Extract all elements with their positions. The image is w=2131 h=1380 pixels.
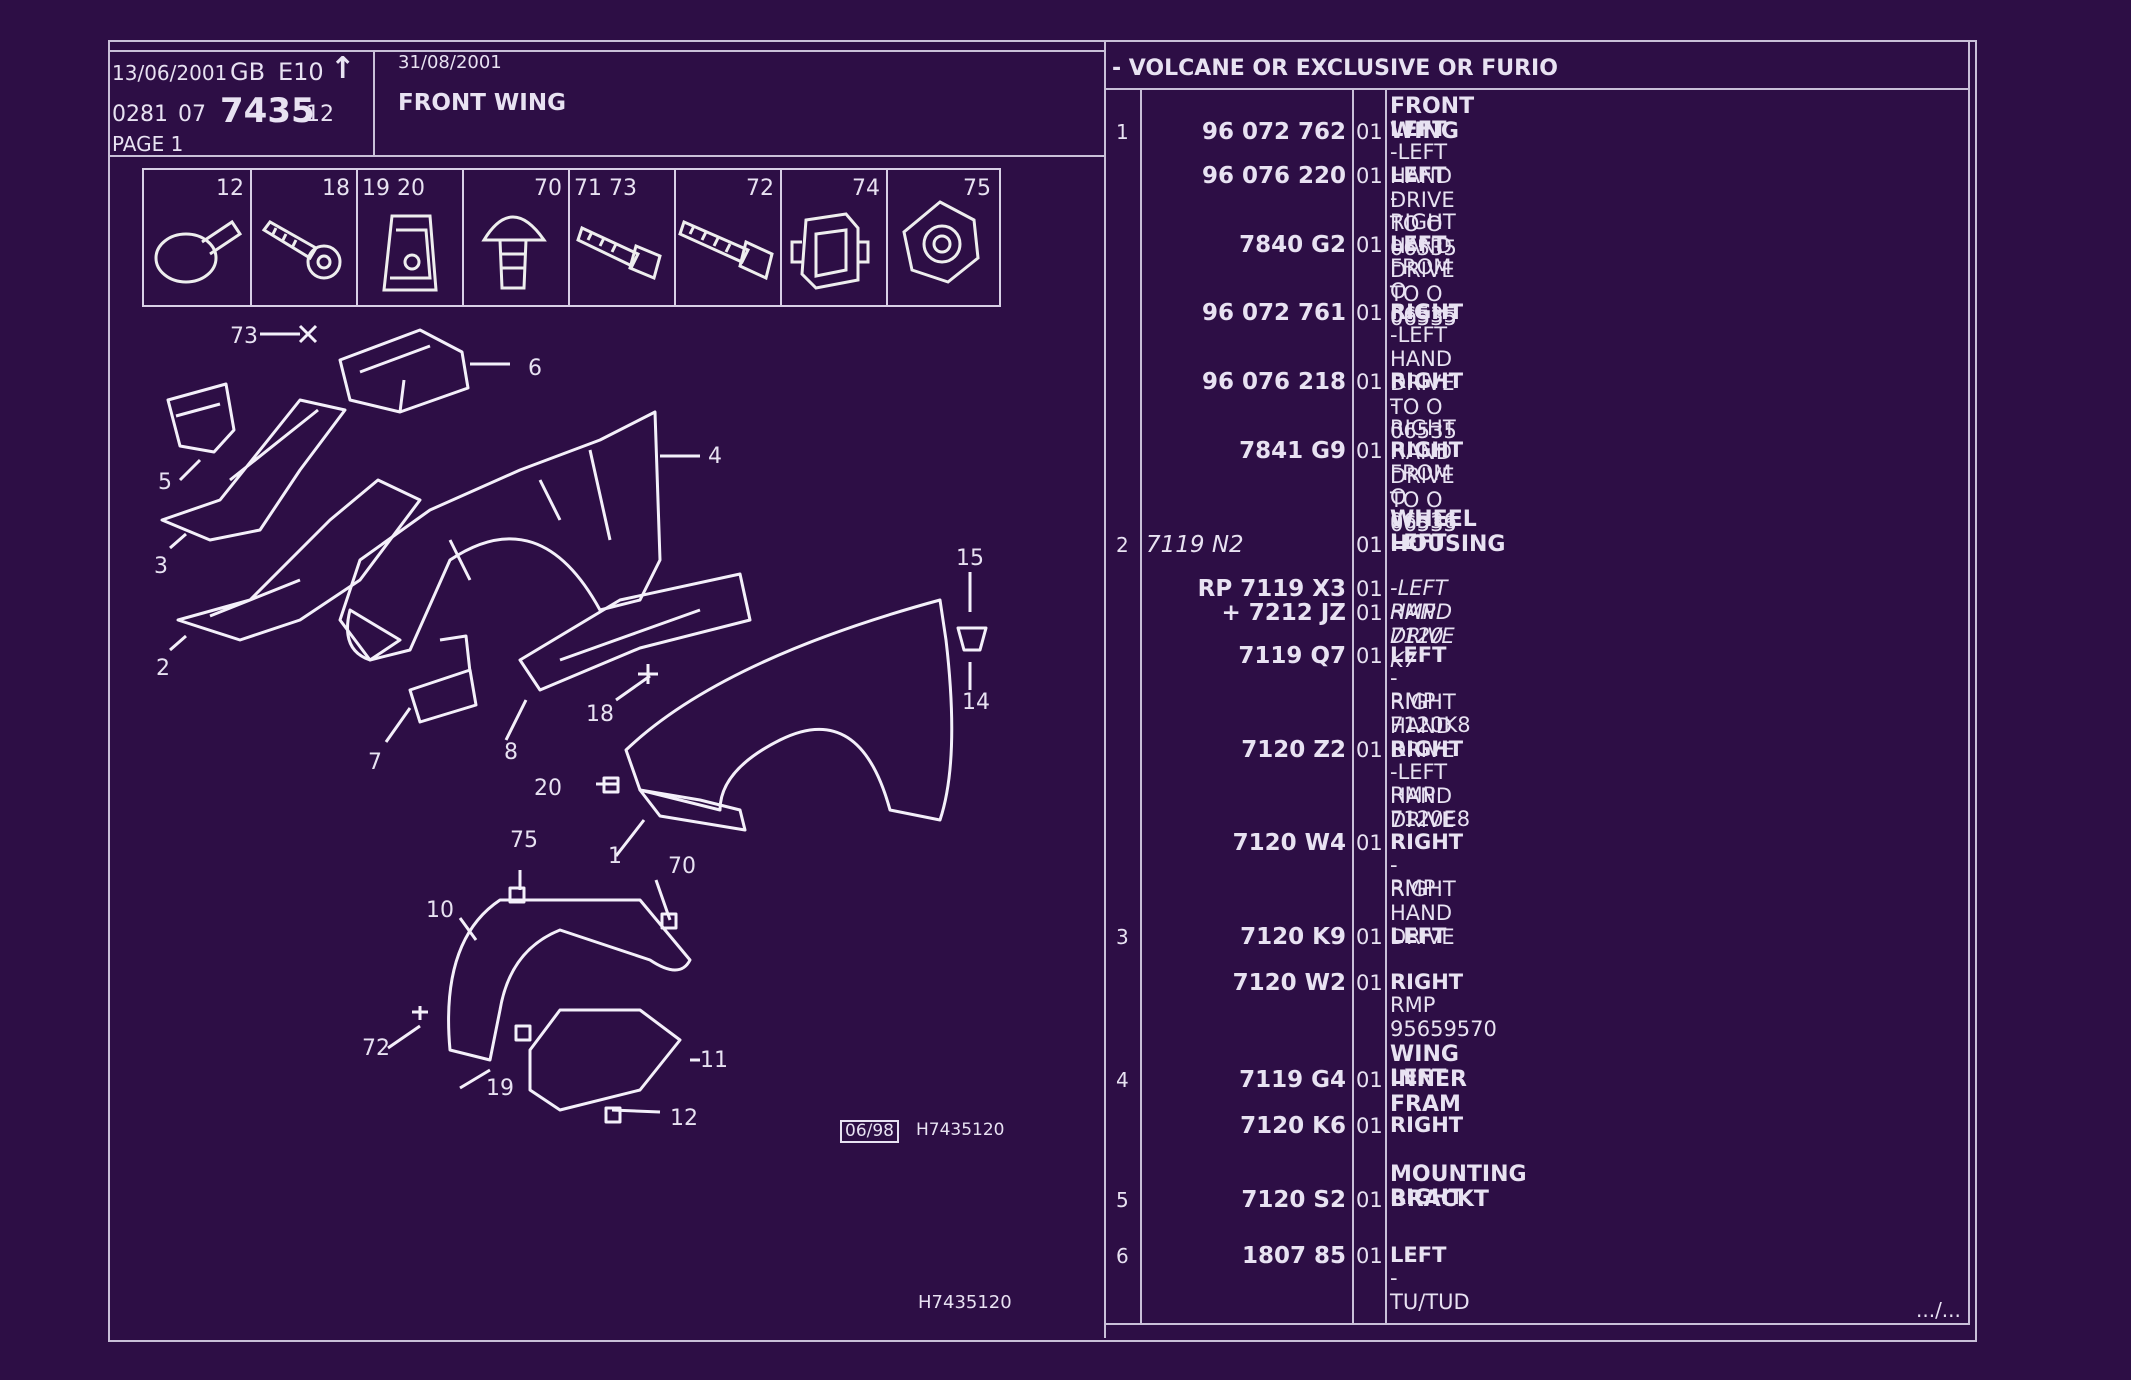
row-description: LEFT [1390, 643, 1447, 667]
row-description: RIGHT [1390, 1113, 1464, 1137]
row-description: RIGHT [1390, 970, 1464, 994]
callout-5[interactable]: 5 [158, 470, 172, 495]
callout-2[interactable]: 2 [156, 656, 170, 681]
row-quantity: 01 [1356, 301, 1383, 325]
callout-12[interactable]: 12 [670, 1106, 698, 1131]
row-description: RMP 7120E8 [1390, 783, 1471, 831]
row-description: LEFT [1390, 924, 1447, 948]
row-part-number[interactable]: 7120 W2 [1046, 970, 1346, 996]
callout-3[interactable]: 3 [154, 554, 168, 579]
table-bottom-rule [1104, 1323, 1970, 1325]
row-quantity: 01 [1356, 1188, 1383, 1212]
diagram-code: H7435120 [916, 1120, 1005, 1140]
row-quantity: 01 [1356, 831, 1383, 855]
divider-right-edge [1968, 40, 1970, 1325]
row-quantity: 01 [1356, 577, 1383, 601]
row-description: LEFT [1390, 1243, 1447, 1267]
row-description: RIGHT [1390, 1185, 1464, 1209]
row-quantity: 01 [1356, 1068, 1383, 1092]
callout-11[interactable]: 11 [700, 1048, 728, 1073]
row-part-number[interactable]: 7119 G4 [1046, 1067, 1346, 1093]
row-description: RMP 7120K8 [1390, 689, 1471, 737]
row-description: RIGHT [1390, 369, 1464, 393]
row-part-number[interactable]: 7120 K9 [1046, 924, 1346, 950]
row-quantity: 01 [1356, 233, 1383, 257]
row-description: RMP [1390, 876, 1436, 900]
callout-4[interactable]: 4 [708, 444, 722, 469]
row-part-number[interactable]: + 7212 JZ [1046, 600, 1346, 626]
row-quantity: 01 [1356, 1114, 1383, 1138]
divider-code-col [1352, 90, 1354, 1325]
row-part-number[interactable]: 7120 Z2 [1046, 737, 1346, 763]
row-quantity: 01 [1356, 164, 1383, 188]
row-description: RIGHT [1390, 300, 1464, 324]
callout-15[interactable]: 15 [956, 546, 984, 571]
row-quantity: 01 [1356, 120, 1383, 144]
callout-1[interactable]: 1 [608, 844, 622, 869]
row-quantity: 01 [1356, 738, 1383, 762]
continuation-mark: .../... [1916, 1298, 1961, 1322]
callout-75[interactable]: 75 [510, 828, 538, 853]
row-description: -TU/TUD [1390, 1266, 1470, 1314]
row-part-number[interactable]: 96 076 218 [1046, 369, 1346, 395]
revision-stamp: 06/98 [840, 1120, 899, 1143]
callout-8[interactable]: 8 [504, 740, 518, 765]
row-description: LEFT [1390, 530, 1447, 554]
row-quantity: 01 [1356, 601, 1383, 625]
footer-code: H7435120 [918, 1292, 1012, 1313]
divider-qty-col [1385, 90, 1387, 1325]
row-quantity: 01 [1356, 925, 1383, 949]
row-quantity: 01 [1356, 370, 1383, 394]
row-part-number[interactable]: 96 076 220 [1046, 163, 1346, 189]
model-range: - VOLCANE OR EXCLUSIVE OR FURIO [1112, 56, 1558, 81]
callout-14[interactable]: 14 [962, 690, 990, 715]
callout-6[interactable]: 6 [528, 356, 542, 381]
row-part-number[interactable]: 1807 85 [1046, 1243, 1346, 1269]
row-part-number[interactable]: RP 7119 X3 [1046, 576, 1346, 602]
row-ref: 2 [1116, 533, 1129, 557]
callout-70[interactable]: 70 [668, 854, 696, 879]
row-description: RIGHT [1390, 438, 1464, 462]
row-description: RMP 95659570 [1390, 993, 1497, 1041]
row-part-number[interactable]: 7841 G9 [1046, 438, 1346, 464]
row-part-number[interactable]: 7840 G2 [1046, 232, 1346, 258]
divider-ref-col [1140, 90, 1142, 1325]
callout-20[interactable]: 20 [534, 776, 562, 801]
row-part-number[interactable]: 7120 W4 [1046, 830, 1346, 856]
callout-10[interactable]: 10 [426, 898, 454, 923]
row-quantity: 01 [1356, 533, 1383, 557]
row-description: LEFT [1390, 232, 1447, 256]
row-description: RIGHT [1390, 737, 1464, 761]
row-part-number[interactable]: 7120 K6 [1046, 1113, 1346, 1139]
callout-72[interactable]: 72 [362, 1036, 390, 1061]
callout-19[interactable]: 19 [486, 1076, 514, 1101]
row-part-number[interactable]: 7119 Q7 [1046, 643, 1346, 669]
row-quantity: 01 [1356, 971, 1383, 995]
row-description: LEFT [1390, 163, 1447, 187]
row-part-number[interactable]: 96 072 761 [1046, 300, 1346, 326]
row-description: LEFT [1390, 1065, 1447, 1089]
row-description: LEFT [1390, 117, 1447, 141]
row-quantity: 01 [1356, 439, 1383, 463]
callout-18[interactable]: 18 [586, 702, 614, 727]
callout-7[interactable]: 7 [368, 750, 382, 775]
row-quantity: 01 [1356, 644, 1383, 668]
range-rule [1104, 88, 1970, 90]
row-part-number[interactable]: 7120 S2 [1046, 1187, 1346, 1213]
callout-73[interactable]: 73 [230, 324, 258, 349]
row-description: RIGHT [1390, 830, 1464, 854]
row-part-number[interactable]: 96 072 762 [1046, 119, 1346, 145]
row-quantity: 01 [1356, 1244, 1383, 1268]
